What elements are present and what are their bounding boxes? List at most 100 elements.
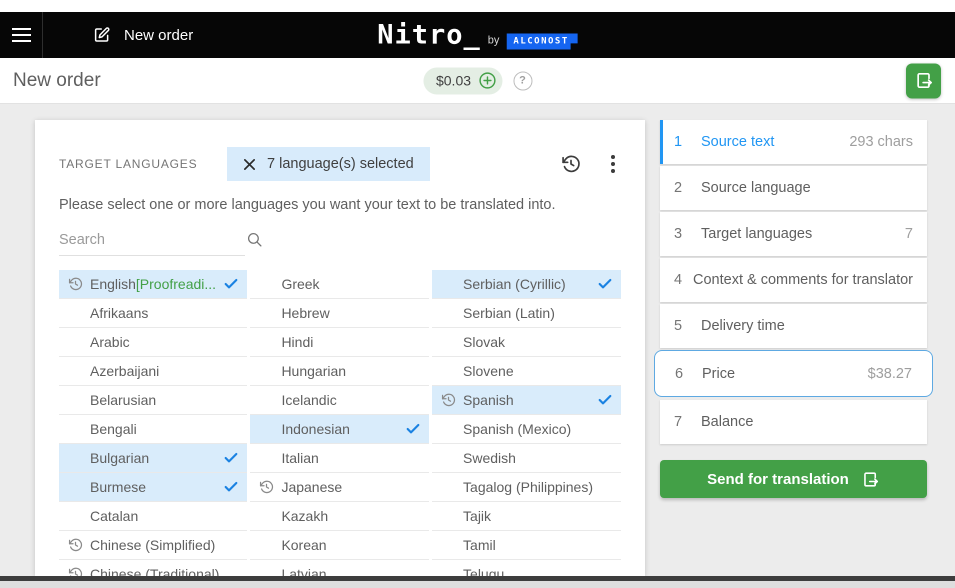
check-icon [223, 450, 239, 466]
step-number: 3 [674, 226, 701, 242]
language-option[interactable]: Latvian [250, 560, 429, 576]
balance-pill[interactable]: $0.03 [423, 67, 502, 94]
language-label: Tamil [463, 537, 496, 553]
step-row[interactable]: 5 Delivery time [660, 304, 927, 348]
step-row[interactable]: 6 Price $38.27 [654, 350, 933, 397]
language-label: Indonesian [281, 421, 350, 437]
language-option[interactable]: Hebrew [250, 299, 429, 328]
window-top-strip [0, 0, 955, 12]
step-row[interactable]: 7 Balance [660, 400, 927, 444]
kebab-menu-icon[interactable] [605, 153, 621, 175]
language-search [59, 231, 245, 256]
language-label: Latvian [281, 566, 326, 576]
selected-languages-label: 7 language(s) selected [267, 156, 414, 172]
language-option[interactable]: Hindi [250, 328, 429, 357]
page-title: New order [13, 70, 101, 92]
check-icon [597, 276, 613, 292]
language-option[interactable]: Slovene [432, 357, 621, 386]
language-option[interactable]: Spanish (Mexico) [432, 415, 621, 444]
language-label-suffix: [Proofreadi... [136, 276, 216, 292]
step-row[interactable]: 3 Target languages 7 [660, 212, 927, 256]
step-label: Source language [701, 180, 913, 196]
step-number: 7 [674, 414, 701, 430]
language-label: Italian [281, 450, 318, 466]
language-option[interactable]: Tagalog (Philippines) [432, 473, 621, 502]
language-column: English [Proofreadi... Afrikaans [59, 270, 247, 576]
steps-list: 1 Source text 293 chars 2 Source languag… [660, 120, 927, 444]
language-option[interactable]: Telugu [432, 560, 621, 576]
language-option[interactable]: Swedish [432, 444, 621, 473]
history-icon [259, 480, 274, 495]
section-title: TARGET LANGUAGES [59, 157, 227, 171]
menu-icon [12, 28, 31, 42]
language-option[interactable]: Serbian (Latin) [432, 299, 621, 328]
language-option[interactable]: Burmese [59, 473, 247, 502]
language-label: Serbian (Latin) [463, 305, 555, 321]
language-option[interactable]: Greek [250, 270, 429, 299]
language-option[interactable]: Japanese [250, 473, 429, 502]
history-icon [68, 567, 83, 577]
language-label: Japanese [281, 479, 342, 495]
step-label: Source text [701, 134, 849, 150]
language-label: Hungarian [281, 363, 346, 379]
help-icon[interactable]: ? [513, 71, 532, 90]
language-option[interactable]: Serbian (Cyrillic) [432, 270, 621, 299]
history-icon [68, 538, 83, 553]
language-option[interactable]: English [Proofreadi... [59, 270, 247, 299]
language-option[interactable]: Chinese (Simplified) [59, 531, 247, 560]
step-label: Delivery time [701, 318, 913, 334]
instruction-text: Please select one or more languages you … [59, 197, 621, 213]
logo-wordmark: Nitro_ [377, 20, 481, 51]
nav-new-order-label: New order [124, 27, 193, 44]
language-option[interactable]: Kazakh [250, 502, 429, 531]
step-row[interactable]: 2 Source language [660, 166, 927, 210]
nav-new-order[interactable]: New order [93, 26, 193, 44]
language-label: Greek [281, 276, 319, 292]
submit-order-button[interactable] [906, 63, 941, 98]
window-bottom-strip [0, 581, 955, 588]
step-label: Target languages [701, 226, 905, 242]
language-label: Tagalog (Philippines) [463, 479, 593, 495]
language-option[interactable]: Bengali [59, 415, 247, 444]
selected-languages-chip[interactable]: 7 language(s) selected [227, 147, 430, 181]
brand-logo[interactable]: Nitro_ by ALCONOST [377, 20, 578, 51]
step-row[interactable]: 1 Source text 293 chars [660, 120, 927, 164]
language-option[interactable]: Chinese (Traditional) [59, 560, 247, 576]
language-label: Bengali [90, 421, 137, 437]
language-option[interactable]: Arabic [59, 328, 247, 357]
language-label: Spanish (Mexico) [463, 421, 571, 437]
language-label: Slovak [463, 334, 505, 350]
send-for-translation-button[interactable]: Send for translation [660, 460, 927, 498]
language-column: Greek Hebrew [250, 270, 429, 576]
language-option[interactable]: Catalan [59, 502, 247, 531]
language-label: English [90, 276, 136, 292]
send-button-label: Send for translation [707, 471, 849, 488]
language-option[interactable]: Bulgarian [59, 444, 247, 473]
language-option[interactable]: Spanish [432, 386, 621, 415]
language-option[interactable]: Hungarian [250, 357, 429, 386]
history-button[interactable] [561, 154, 581, 174]
language-option[interactable]: Korean [250, 531, 429, 560]
balance-amount: $0.03 [436, 73, 471, 89]
search-input[interactable] [59, 232, 246, 248]
language-label: Hindi [281, 334, 313, 350]
language-option[interactable]: Azerbaijani [59, 357, 247, 386]
language-label: Chinese (Traditional) [90, 566, 219, 576]
language-option[interactable]: Tajik [432, 502, 621, 531]
language-label: Swedish [463, 450, 516, 466]
logo-by-text: by [488, 35, 500, 47]
language-option[interactable]: Tamil [432, 531, 621, 560]
language-option[interactable]: Icelandic [250, 386, 429, 415]
language-option[interactable]: Afrikaans [59, 299, 247, 328]
hamburger-menu-button[interactable] [0, 12, 43, 58]
language-option[interactable]: Italian [250, 444, 429, 473]
language-label: Catalan [90, 508, 138, 524]
step-value: $38.27 [868, 366, 912, 382]
language-option[interactable]: Belarusian [59, 386, 247, 415]
language-option[interactable]: Slovak [432, 328, 621, 357]
close-icon[interactable] [243, 158, 256, 171]
language-option[interactable]: Indonesian [250, 415, 429, 444]
step-row[interactable]: 4 Context & comments for translator [660, 258, 927, 302]
step-label: Price [702, 366, 868, 382]
add-funds-icon[interactable] [478, 72, 496, 90]
